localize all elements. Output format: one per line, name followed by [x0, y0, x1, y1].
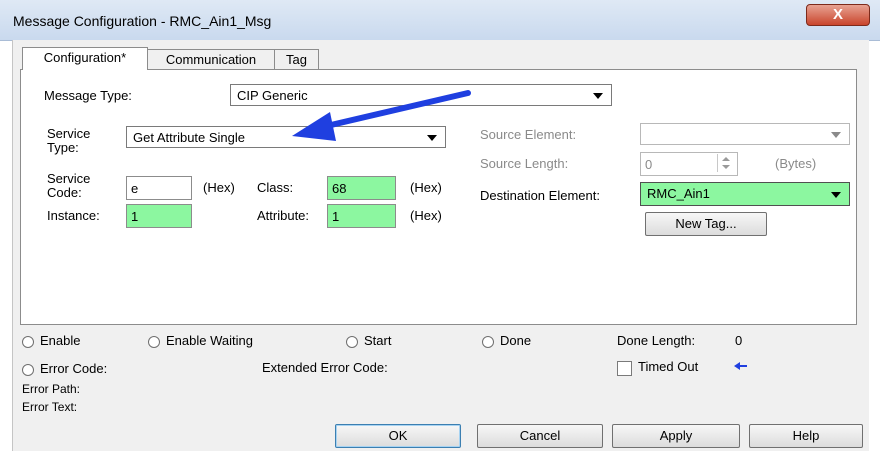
annotation-arrow-icon: [292, 90, 471, 141]
